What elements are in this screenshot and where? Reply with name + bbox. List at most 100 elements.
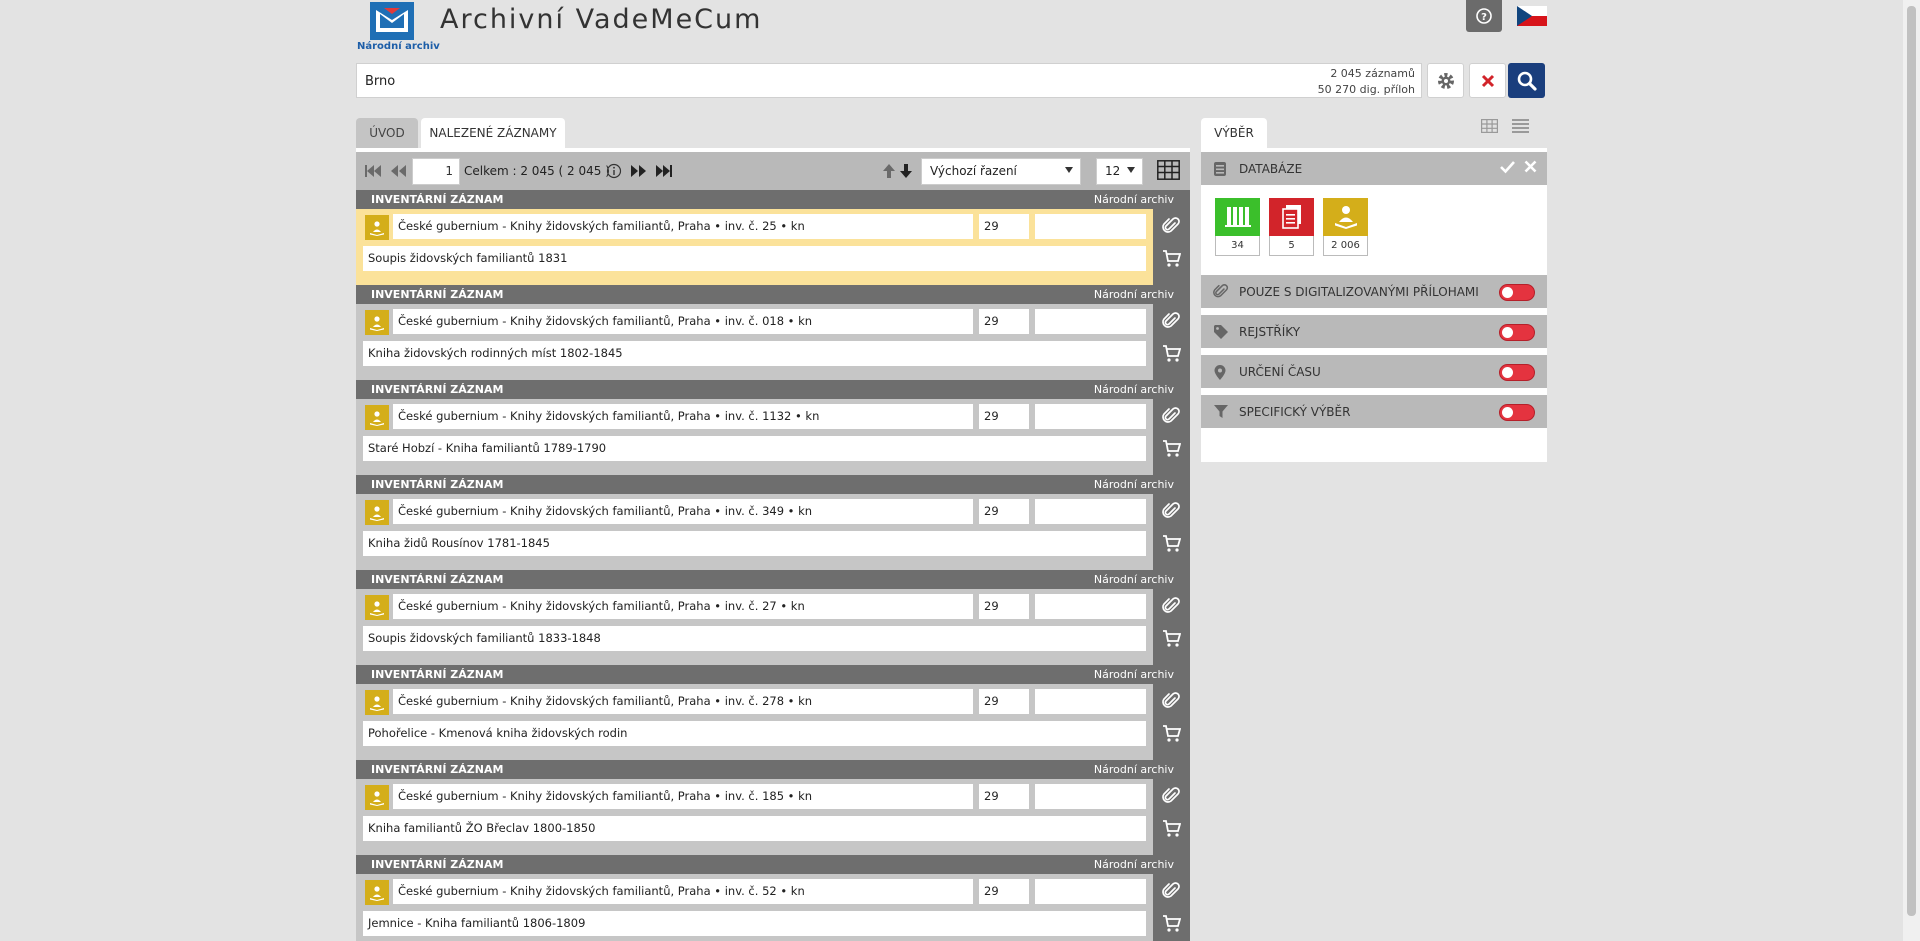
filter-toggle[interactable] — [1499, 284, 1535, 301]
record-extra-field — [1035, 689, 1146, 714]
arrow-up-icon[interactable] — [882, 163, 896, 179]
database-count: 2 006 — [1323, 236, 1368, 256]
search-settings-button[interactable] — [1427, 63, 1464, 98]
record-number: 29 — [979, 404, 1029, 429]
tab-vyber[interactable]: VÝBĚR — [1201, 118, 1267, 148]
record-header: INVENTÁRNÍ ZÁZNAM Národní archiv — [356, 190, 1190, 209]
cart-icon[interactable] — [1162, 629, 1181, 648]
search-field[interactable]: 2 045 záznamů 50 270 dig. příloh — [356, 63, 1422, 98]
filter-toggle[interactable] — [1499, 324, 1535, 341]
tab-nalezene-zaznamy[interactable]: NALEZENÉ ZÁZNAMY — [421, 118, 565, 148]
table-view-icon[interactable] — [1157, 160, 1180, 180]
record-item[interactable]: INVENTÁRNÍ ZÁZNAM Národní archiv České gu… — [356, 285, 1190, 380]
filter-digitized-attachments[interactable]: POUZE S DIGITALIZOVANÝMI PŘÍLOHAMI — [1201, 275, 1547, 308]
list-view-icon[interactable] — [1512, 119, 1529, 133]
clear-search-button[interactable] — [1469, 63, 1506, 98]
cart-icon[interactable] — [1162, 249, 1181, 268]
record-item[interactable]: INVENTÁRNÍ ZÁZNAM Národní archiv České gu… — [356, 570, 1190, 665]
record-path[interactable]: České gubernium - Knihy židovských famil… — [393, 309, 973, 334]
database-icon — [1214, 162, 1226, 176]
czech-flag-icon[interactable] — [1517, 6, 1547, 26]
database-section-header[interactable]: DATABÁZE — [1201, 152, 1547, 185]
sort-select[interactable]: Výchozí řazení — [921, 158, 1081, 185]
record-item[interactable]: INVENTÁRNÍ ZÁZNAM Národní archiv České gu… — [356, 380, 1190, 475]
filter-toggle[interactable] — [1499, 404, 1535, 421]
paperclip-icon[interactable] — [1162, 502, 1181, 521]
paperclip-icon[interactable] — [1162, 597, 1181, 616]
sort-select-value: Výchozí řazení — [930, 164, 1017, 178]
reader-book-icon — [365, 880, 389, 905]
last-page-icon[interactable] — [656, 164, 672, 178]
search-button[interactable] — [1508, 63, 1545, 98]
database-tile-reader[interactable]: 2 006 — [1323, 198, 1368, 256]
record-list: INVENTÁRNÍ ZÁZNAM Národní archiv České gu… — [356, 190, 1190, 941]
paperclip-icon[interactable] — [1162, 882, 1181, 901]
filter-label: SPECIFICKÝ VÝBĚR — [1239, 405, 1351, 419]
first-page-icon[interactable] — [365, 164, 381, 178]
arrow-down-icon[interactable] — [899, 163, 913, 179]
per-page-select[interactable]: 12 — [1096, 158, 1143, 185]
cart-icon[interactable] — [1162, 534, 1181, 553]
cart-icon[interactable] — [1162, 344, 1181, 363]
record-path[interactable]: České gubernium - Knihy židovských famil… — [393, 689, 973, 714]
record-type: INVENTÁRNÍ ZÁZNAM — [371, 858, 504, 871]
record-title[interactable]: Staré Hobzí - Kniha familiantů 1789-1790 — [363, 436, 1146, 461]
record-number: 29 — [979, 309, 1029, 334]
record-item[interactable]: INVENTÁRNÍ ZÁZNAM Národní archiv České gu… — [356, 855, 1190, 941]
record-item[interactable]: INVENTÁRNÍ ZÁZNAM Národní archiv České gu… — [356, 475, 1190, 570]
paperclip-icon[interactable] — [1162, 312, 1181, 331]
per-page-value: 12 — [1105, 164, 1121, 178]
cart-icon[interactable] — [1162, 914, 1181, 933]
filter-toggle[interactable] — [1499, 364, 1535, 381]
tab-uvod[interactable]: ÚVOD — [356, 118, 418, 148]
paperclip-icon[interactable] — [1162, 217, 1181, 236]
page-number-input[interactable]: 1 — [412, 158, 460, 185]
selection-panel: DATABÁZE 34 5 2 006 POUZE S DIGITALIZOVA… — [1201, 148, 1547, 462]
scrollbar-thumb[interactable] — [1907, 6, 1916, 916]
filter-specificky-vyber[interactable]: SPECIFICKÝ VÝBĚR — [1201, 395, 1547, 428]
paperclip-icon[interactable] — [1162, 787, 1181, 806]
record-title[interactable]: Pohořelice - Kmenová kniha židovských ro… — [363, 721, 1146, 746]
record-title[interactable]: Kniha familiantů ŽO Břeclav 1800-1850 — [363, 816, 1146, 841]
record-title[interactable]: Kniha židovských rodinných míst 1802-184… — [363, 341, 1146, 366]
record-path[interactable]: České gubernium - Knihy židovských famil… — [393, 404, 973, 429]
cart-icon[interactable] — [1162, 724, 1181, 743]
search-input[interactable] — [365, 71, 1065, 91]
map-pin-icon — [1214, 365, 1226, 380]
record-title[interactable]: Soupis židovských familiantů 1833-1848 — [363, 626, 1146, 651]
database-label: DATABÁZE — [1239, 162, 1303, 176]
record-path[interactable]: České gubernium - Knihy židovských famil… — [393, 784, 973, 809]
results-total: Celkem : 2 045 ( 2 045 ) — [464, 164, 610, 178]
record-title[interactable]: Soupis židovských familiantů 1831 — [363, 246, 1146, 271]
info-icon[interactable] — [606, 163, 622, 179]
page-scrollbar[interactable] — [1903, 0, 1920, 941]
record-path[interactable]: České gubernium - Knihy židovských famil… — [393, 499, 973, 524]
filter-rejstriky[interactable]: REJSTŘÍKY — [1201, 315, 1547, 348]
check-icon[interactable] — [1500, 160, 1515, 174]
reader-book-icon — [365, 595, 389, 620]
record-extra-field — [1035, 879, 1146, 904]
record-archive: Národní archiv — [1093, 668, 1174, 681]
paperclip-icon[interactable] — [1162, 692, 1181, 711]
record-item[interactable]: INVENTÁRNÍ ZÁZNAM Národní archiv České gu… — [356, 190, 1190, 285]
cart-icon[interactable] — [1162, 439, 1181, 458]
record-title[interactable]: Jemnice - Kniha familiantů 1806-1809 — [363, 911, 1146, 936]
help-button[interactable]: ? — [1466, 0, 1502, 32]
grid-view-icon[interactable] — [1481, 119, 1498, 133]
database-tile-documents[interactable]: 5 — [1269, 198, 1314, 256]
record-archive: Národní archiv — [1093, 478, 1174, 491]
record-item[interactable]: INVENTÁRNÍ ZÁZNAM Národní archiv České gu… — [356, 665, 1190, 760]
record-item[interactable]: INVENTÁRNÍ ZÁZNAM Národní archiv České gu… — [356, 760, 1190, 855]
record-title[interactable]: Kniha židů Rousínov 1781-1845 — [363, 531, 1146, 556]
record-path[interactable]: České gubernium - Knihy židovských famil… — [393, 214, 973, 239]
previous-page-icon[interactable] — [391, 164, 406, 178]
paperclip-icon[interactable] — [1162, 407, 1181, 426]
record-path[interactable]: České gubernium - Knihy židovských famil… — [393, 594, 973, 619]
database-tile-archive[interactable]: 34 — [1215, 198, 1260, 256]
close-icon[interactable] — [1524, 160, 1537, 173]
record-path[interactable]: České gubernium - Knihy židovských famil… — [393, 879, 973, 904]
cart-icon[interactable] — [1162, 819, 1181, 838]
next-page-icon[interactable] — [631, 164, 646, 178]
narodni-archiv-logo[interactable]: Národní archiv — [357, 2, 440, 52]
filter-urceni-casu[interactable]: URČENÍ ČASU — [1201, 355, 1547, 388]
